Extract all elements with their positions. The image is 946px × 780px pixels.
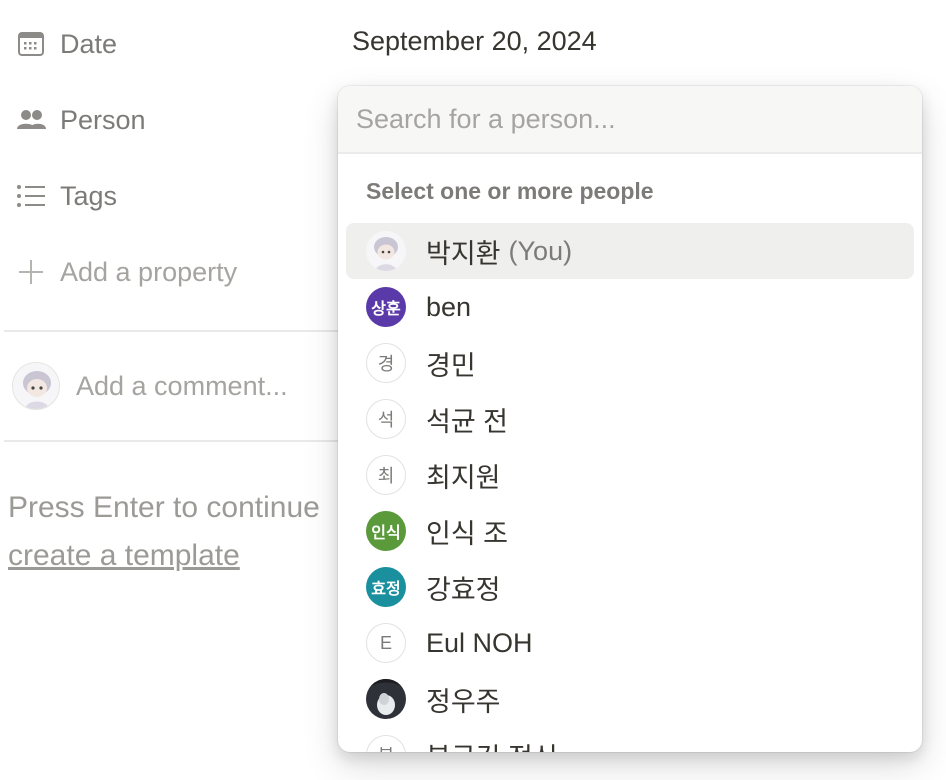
- person-name: 경민: [426, 350, 476, 381]
- avatar: [366, 231, 406, 271]
- property-label: Tags: [60, 180, 118, 211]
- divider: [4, 440, 344, 442]
- list-item-person[interactable]: 인식 인식 조: [346, 503, 914, 559]
- avatar: 효정: [366, 567, 406, 607]
- person-picker-dropdown: Select one or more people 박지환 (You): [338, 86, 922, 752]
- people-icon: [16, 105, 46, 135]
- person-name: Eul NOH: [426, 627, 533, 658]
- add-property-label: Add a property: [60, 256, 238, 287]
- property-tags[interactable]: Tags: [16, 176, 117, 216]
- create-template-link[interactable]: create a template: [8, 532, 320, 580]
- avatar: [366, 679, 406, 719]
- property-date[interactable]: Date: [16, 24, 117, 64]
- list-item-person[interactable]: 석 석균 전: [346, 391, 914, 447]
- avatar: 경: [366, 343, 406, 383]
- person-name: 인식 조: [426, 518, 509, 549]
- people-list: 박지환 (You) 상훈 ben 경 경민 석 석균 전 최 최지원 인식 인식…: [346, 223, 914, 752]
- you-tag: (You): [508, 235, 573, 266]
- list-item-person[interactable]: 경 경민: [346, 335, 914, 391]
- avatar: 석: [366, 399, 406, 439]
- search-box: [338, 86, 922, 154]
- comment-placeholder: Add a comment...: [76, 370, 288, 401]
- list-item-person[interactable]: 박지환 (You): [346, 223, 914, 279]
- page: Date September 20, 2024 Person Tags Add …: [0, 0, 946, 780]
- avatar: 최: [366, 455, 406, 495]
- list-item-person[interactable]: 상훈 ben: [346, 279, 914, 335]
- property-label: Person: [60, 104, 146, 135]
- date-value[interactable]: September 20, 2024: [352, 26, 597, 57]
- person-name: 강효정: [426, 574, 501, 605]
- comment-input[interactable]: Add a comment...: [12, 362, 288, 410]
- divider: [4, 330, 344, 332]
- property-label: Date: [60, 28, 118, 59]
- avatar: 상훈: [366, 287, 406, 327]
- person-name: ben: [426, 291, 472, 322]
- add-property-button[interactable]: Add a property: [16, 252, 237, 292]
- plus-icon: [16, 257, 46, 287]
- person-name: 박지환: [426, 238, 501, 269]
- section-header: Select one or more people: [366, 178, 654, 204]
- avatar: [12, 362, 60, 410]
- template-hint: Press Enter to continue create a templat…: [8, 484, 320, 580]
- person-name: 봉근긱 정신: [426, 736, 558, 753]
- list-item-person[interactable]: 효정 강효정: [346, 559, 914, 615]
- list-item-person[interactable]: E Eul NOH: [346, 615, 914, 671]
- person-name: 정우주: [426, 686, 501, 717]
- calendar-icon: [16, 29, 46, 59]
- list-item-person[interactable]: 최 최지원: [346, 447, 914, 503]
- person-name: 석균 전: [426, 406, 509, 437]
- property-person[interactable]: Person: [16, 100, 146, 140]
- hint-text: Press Enter to continue: [8, 491, 320, 524]
- list-item-person[interactable]: 정우주: [346, 671, 914, 727]
- avatar: E: [366, 623, 406, 663]
- person-name: 최지원: [426, 462, 501, 493]
- avatar: 봉: [366, 735, 406, 752]
- list-icon: [16, 181, 46, 211]
- person-search-input[interactable]: [356, 103, 896, 135]
- list-item-person[interactable]: 봉 봉근긱 정신: [346, 727, 914, 752]
- avatar: 인식: [366, 511, 406, 551]
